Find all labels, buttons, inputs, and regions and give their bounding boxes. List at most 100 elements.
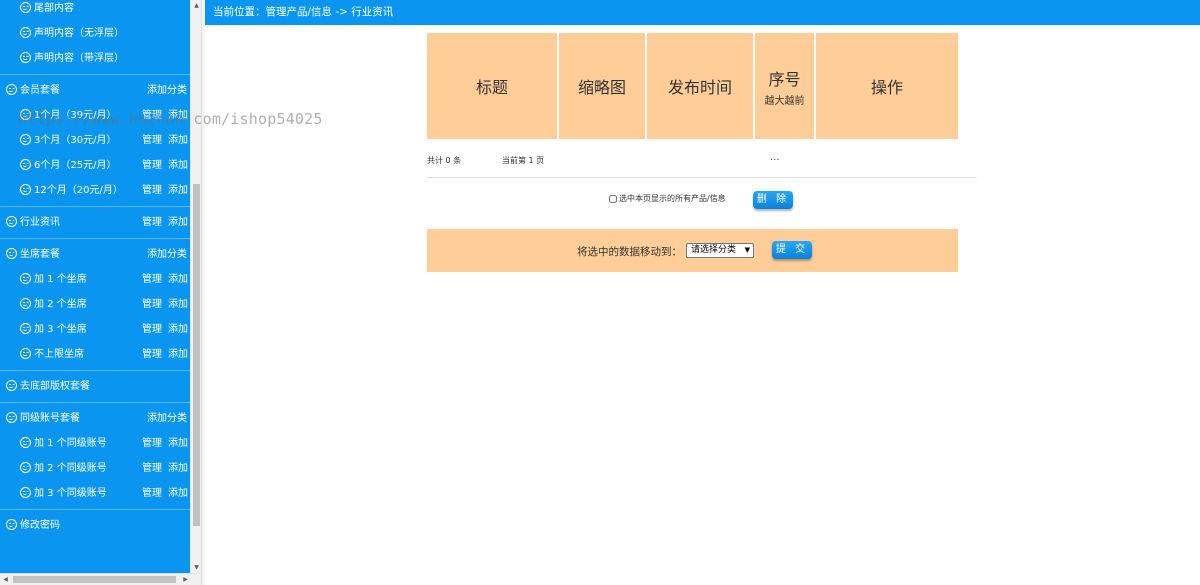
sidebar-item-statement-with-layer[interactable]: 声明内容（带浮层） [0, 46, 190, 71]
column-header-publish-time: 发布时间 [647, 33, 755, 139]
sidebar-item-add-1-account[interactable]: 加 1 个同级账号 管理 添加 [0, 431, 190, 456]
sidebar-item-add-3-seats[interactable]: 加 3 个坐席 管理 添加 [0, 317, 190, 342]
sidebar-item-1-month[interactable]: 1个月（39元/月） 管理 添加 [0, 103, 190, 128]
submit-button[interactable]: 提 交 [772, 241, 812, 259]
category-select[interactable]: 请选择分类 ▼ [686, 243, 754, 258]
sidebar-item-add-2-accounts[interactable]: 加 2 个同级账号 管理 添加 [0, 456, 190, 481]
column-header-order: 序号 越大越前 [755, 33, 816, 139]
move-bar: 将选中的数据移动到： 请选择分类 ▼ 提 交 [427, 229, 958, 272]
sidebar-item-3-months[interactable]: 3个月（30元/月） 管理 添加 [0, 128, 190, 153]
scroll-thumb[interactable] [193, 184, 200, 526]
manage-link[interactable]: 管理 [142, 438, 162, 449]
select-all-control[interactable]: 选中本页显示的所有产品/信息 [609, 193, 726, 204]
add-link[interactable]: 添加 [168, 488, 188, 499]
add-link[interactable]: 添加 [168, 438, 188, 449]
sidebar-item-footer-content[interactable]: 尾部内容 [0, 0, 190, 21]
breadcrumb: 当前位置：管理产品/信息 -> 行业资讯 [205, 0, 1200, 25]
smiley-icon [6, 248, 17, 259]
vertical-scrollbar[interactable]: ▲ ▼ [190, 0, 201, 573]
add-link[interactable]: 添加 [168, 185, 188, 196]
pager-more-link[interactable]: ... [770, 152, 780, 163]
data-table: 标题 缩略图 发布时间 序号 越大越前 操作 [427, 33, 958, 139]
manage-link[interactable]: 管理 [142, 324, 162, 335]
smiley-icon [20, 27, 31, 38]
frame-divider[interactable] [201, 0, 205, 585]
sidebar: 尾部内容 声明内容（无浮层） 声明内容（带浮层） 会员套餐 添加分类 1个月（39… [0, 0, 190, 573]
smiley-icon [20, 52, 31, 63]
pager: 共计 0 条 当前第 1 页 ... [427, 150, 977, 170]
smiley-icon [20, 348, 31, 359]
chevron-down-icon: ▼ [744, 246, 750, 254]
add-link[interactable]: 添加 [168, 324, 188, 335]
horizontal-scrollbar[interactable]: ◀ ▶ [0, 573, 201, 585]
manage-link[interactable]: 管理 [142, 349, 162, 360]
smiley-icon [20, 323, 31, 334]
column-header-actions: 操作 [816, 33, 958, 139]
sidebar-category-remove-copyright[interactable]: 去底部版权套餐 [0, 374, 190, 399]
divider [0, 238, 190, 239]
divider [0, 370, 190, 371]
manage-link[interactable]: 管理 [142, 463, 162, 474]
add-link[interactable]: 添加 [168, 463, 188, 474]
smiley-icon [20, 134, 31, 145]
delete-button[interactable]: 删 除 [753, 191, 793, 209]
add-link[interactable]: 添加 [168, 299, 188, 310]
sidebar-item-statement-no-layer[interactable]: 声明内容（无浮层） [0, 21, 190, 46]
sidebar-category-seats[interactable]: 坐席套餐 添加分类 [0, 242, 190, 267]
add-category-link[interactable]: 添加分类 [147, 406, 187, 431]
smiley-icon [6, 216, 17, 227]
select-all-checkbox[interactable] [609, 194, 617, 203]
column-header-thumbnail: 缩略图 [559, 33, 647, 139]
divider [0, 74, 190, 75]
manage-link[interactable]: 管理 [142, 274, 162, 285]
smiley-icon [20, 437, 31, 448]
move-label: 将选中的数据移动到： [577, 246, 682, 258]
manage-link[interactable]: 管理 [142, 160, 162, 171]
smiley-icon [20, 462, 31, 473]
sidebar-item-add-2-seats[interactable]: 加 2 个坐席 管理 添加 [0, 292, 190, 317]
sidebar-category-accounts[interactable]: 同级账号套餐 添加分类 [0, 406, 190, 431]
horizontal-scroll-thumb[interactable] [13, 576, 176, 583]
manage-link[interactable]: 管理 [142, 217, 162, 228]
sidebar-item-add-1-seat[interactable]: 加 1 个坐席 管理 添加 [0, 267, 190, 292]
smiley-icon [20, 159, 31, 170]
smiley-icon [6, 380, 17, 391]
sidebar-item-add-3-accounts[interactable]: 加 3 个同级账号 管理 添加 [0, 481, 190, 506]
sidebar-item-unlimited-seats[interactable]: 不上限坐席 管理 添加 [0, 342, 190, 367]
column-header-title: 标题 [427, 33, 559, 139]
smiley-icon [20, 184, 31, 195]
smiley-icon [20, 487, 31, 498]
scroll-right-arrow-icon[interactable]: ▶ [180, 574, 191, 585]
sidebar-item-6-months[interactable]: 6个月（25元/月） 管理 添加 [0, 153, 190, 178]
divider [0, 509, 190, 510]
add-category-link[interactable]: 添加分类 [147, 78, 187, 103]
manage-link[interactable]: 管理 [142, 110, 162, 121]
divider [427, 177, 977, 178]
add-link[interactable]: 添加 [168, 349, 188, 360]
smiley-icon [6, 519, 17, 530]
sidebar-item-change-password[interactable]: 修改密码 [0, 513, 190, 538]
smiley-icon [20, 2, 31, 13]
manage-link[interactable]: 管理 [142, 185, 162, 196]
sidebar-category-membership[interactable]: 会员套餐 添加分类 [0, 78, 190, 103]
add-link[interactable]: 添加 [168, 217, 188, 228]
manage-link[interactable]: 管理 [142, 488, 162, 499]
manage-link[interactable]: 管理 [142, 299, 162, 310]
divider [0, 206, 190, 207]
smiley-icon [6, 412, 17, 423]
sidebar-item-12-months[interactable]: 12个月（20元/月） 管理 添加 [0, 178, 190, 203]
add-category-link[interactable]: 添加分类 [147, 242, 187, 267]
smiley-icon [20, 298, 31, 309]
add-link[interactable]: 添加 [168, 110, 188, 121]
add-link[interactable]: 添加 [168, 274, 188, 285]
add-link[interactable]: 添加 [168, 135, 188, 146]
scroll-left-arrow-icon[interactable]: ◀ [0, 574, 11, 585]
current-page: 当前第 1 页 [502, 156, 545, 165]
manage-link[interactable]: 管理 [142, 135, 162, 146]
add-link[interactable]: 添加 [168, 160, 188, 171]
smiley-icon [6, 84, 17, 95]
total-count: 共计 0 条 [427, 156, 462, 165]
smiley-icon [20, 109, 31, 120]
sidebar-category-news[interactable]: 行业资讯 管理 添加 [0, 210, 190, 235]
order-hint: 越大越前 [764, 95, 805, 107]
